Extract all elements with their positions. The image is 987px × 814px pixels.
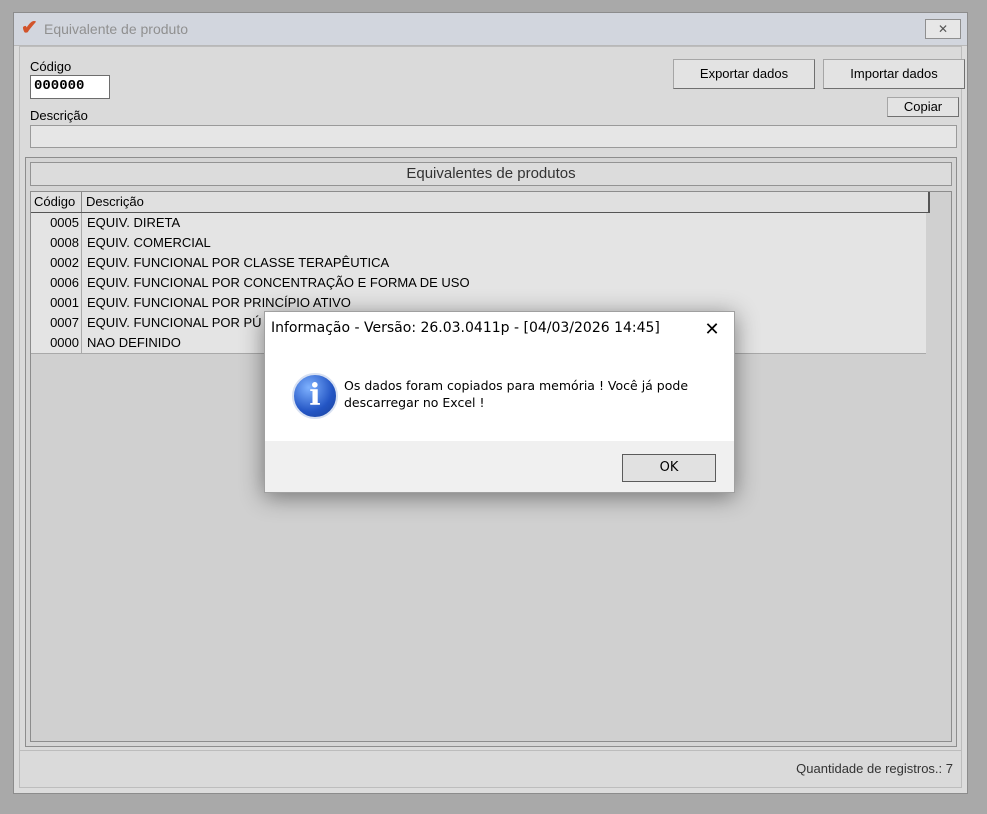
grid-header: Código Descrição bbox=[31, 192, 930, 213]
record-count: Quantidade de registros.: 7 bbox=[796, 761, 953, 776]
row-code: 0005 bbox=[31, 213, 82, 233]
table-row[interactable]: 0002 EQUIV. FUNCIONAL POR CLASSE TERAPÊU… bbox=[31, 253, 926, 274]
dialog-message: Os dados foram copiados para memória ! V… bbox=[344, 377, 714, 411]
export-data-button[interactable]: Exportar dados bbox=[673, 59, 815, 89]
grid-caption: Equivalentes de produtos bbox=[30, 162, 952, 186]
row-code: 0006 bbox=[31, 273, 82, 293]
window-close-button[interactable]: ✕ bbox=[925, 19, 961, 39]
dialog-titlebar[interactable]: Informação - Versão: 26.03.0411p - [04/0… bbox=[265, 312, 734, 345]
row-description: EQUIV. FUNCIONAL POR PÚ bbox=[87, 315, 262, 330]
window-titlebar[interactable]: ✔ Equivalente de produto ✕ bbox=[14, 13, 967, 46]
info-dialog: Informação - Versão: 26.03.0411p - [04/0… bbox=[264, 311, 735, 493]
codigo-label: Código bbox=[30, 59, 72, 74]
row-description: EQUIV. FUNCIONAL POR CLASSE TERAPÊUTICA bbox=[87, 255, 390, 270]
row-code: 0000 bbox=[31, 333, 82, 353]
dialog-footer: OK bbox=[265, 441, 734, 492]
info-icon: i bbox=[292, 373, 338, 419]
descricao-label: Descrição bbox=[30, 108, 88, 123]
dialog-message-line: descarregar no Excel ! bbox=[344, 395, 485, 410]
dialog-title: Informação - Versão: 26.03.0411p - [04/0… bbox=[271, 320, 660, 336]
row-code: 0007 bbox=[31, 313, 82, 333]
table-row[interactable]: 0008 EQUIV. COMERCIAL bbox=[31, 233, 926, 254]
codigo-input[interactable]: 000000 bbox=[30, 75, 110, 99]
row-description: NAO DEFINIDO bbox=[87, 335, 181, 350]
table-row[interactable]: 0005 EQUIV. DIRETA bbox=[31, 213, 926, 234]
copy-button[interactable]: Copiar bbox=[887, 97, 959, 117]
row-description: EQUIV. COMERCIAL bbox=[87, 235, 211, 250]
row-code: 0008 bbox=[31, 233, 82, 253]
row-code: 0001 bbox=[31, 293, 82, 313]
descricao-input[interactable] bbox=[30, 125, 957, 148]
dialog-body: i Os dados foram copiados para memória !… bbox=[265, 345, 734, 441]
row-description: EQUIV. FUNCIONAL POR PRINCÍPIO ATIVO bbox=[87, 295, 351, 310]
row-description: EQUIV. DIRETA bbox=[87, 215, 181, 230]
column-header-descricao[interactable]: Descrição bbox=[86, 192, 144, 212]
row-description: EQUIV. FUNCIONAL POR CONCENTRAÇÃO E FORM… bbox=[87, 275, 470, 290]
ok-button[interactable]: OK bbox=[622, 454, 716, 482]
dialog-message-line: Os dados foram copiados para memória ! V… bbox=[344, 378, 689, 393]
status-bar: Quantidade de registros.: 7 bbox=[20, 750, 961, 787]
row-code: 0002 bbox=[31, 253, 82, 273]
app-checkmark-icon: ✔ bbox=[21, 17, 38, 39]
dialog-close-button[interactable]: ✕ bbox=[698, 317, 726, 341]
column-header-codigo[interactable]: Código bbox=[31, 192, 82, 212]
window-title: Equivalente de produto bbox=[44, 21, 188, 37]
table-row[interactable]: 0006 EQUIV. FUNCIONAL POR CONCENTRAÇÃO E… bbox=[31, 273, 926, 294]
import-data-button[interactable]: Importar dados bbox=[823, 59, 965, 89]
